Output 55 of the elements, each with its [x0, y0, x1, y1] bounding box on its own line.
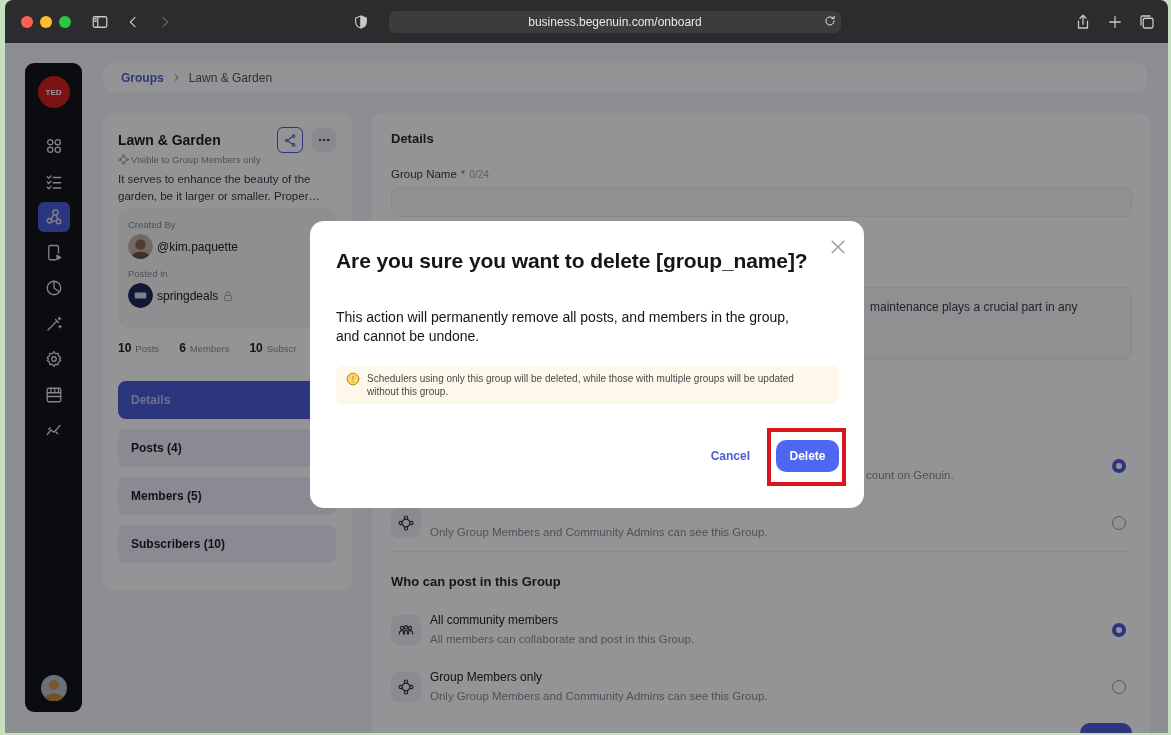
option-title: All community members	[430, 612, 559, 627]
breadcrumb-current: Lawn & Garden	[188, 70, 273, 85]
field-label: Group Name	[391, 168, 457, 180]
pie-chart-icon	[44, 279, 63, 297]
dialog-title: Are you sure you want to delete [group_name]?	[336, 248, 809, 274]
required-mark: *	[460, 168, 466, 180]
posted-in-label: Posted in	[128, 268, 169, 279]
stat: 6 Members	[179, 341, 230, 355]
cancel-button[interactable]: Cancel	[710, 449, 750, 463]
avatar[interactable]	[40, 675, 67, 701]
grid-icon	[44, 137, 63, 155]
tabs-icon	[1138, 12, 1156, 31]
logo: TED	[37, 76, 70, 108]
tab[interactable]: Subscribers (10)	[118, 525, 336, 563]
community-logo	[128, 283, 153, 308]
save-button[interactable]	[1080, 723, 1132, 733]
close-window-icon[interactable]	[21, 15, 33, 28]
stat: 10 Posts	[118, 341, 160, 355]
network-glyph	[398, 678, 414, 695]
option-description: Only Group Members and Community Admins can see this Group.	[430, 524, 769, 540]
minimize-window-icon[interactable]	[40, 15, 52, 28]
avatar	[128, 234, 153, 259]
stat: 10 Subscr	[249, 341, 297, 355]
section-title: Who can post in this Group	[391, 574, 562, 589]
settings-icon	[44, 350, 63, 368]
option-title: Group Members only	[430, 669, 543, 684]
option-description: All members can collaborate and post in this Group.	[430, 631, 695, 647]
network-glyph	[398, 514, 414, 531]
network-icon	[44, 208, 63, 226]
reload-icon	[823, 13, 837, 28]
radio-button[interactable]	[1112, 622, 1126, 637]
option-description: Only Group Members and Community Admins can see this Group.	[430, 688, 769, 704]
tab[interactable]: Members (5)	[118, 477, 336, 515]
radio-button[interactable]	[1112, 458, 1126, 473]
address-bar[interactable]: business.begenuin.com/onboard	[389, 10, 841, 33]
option-description: count on Genuin.	[866, 467, 955, 483]
info-icon	[346, 372, 360, 386]
creator-handle[interactable]: @kim.paquette	[157, 239, 238, 254]
store-icon	[44, 385, 63, 404]
delete-button[interactable]: Delete	[776, 440, 839, 472]
breadcrumb-link[interactable]: Groups	[121, 70, 164, 85]
community-name[interactable]: springdeals	[157, 288, 219, 303]
group-description: It serves to enhance the beauty of the garden, be it larger or smaller. Proper…	[118, 172, 321, 204]
sidebar-item[interactable]	[37, 202, 70, 232]
network-icon	[118, 154, 129, 165]
share-icon	[282, 132, 298, 148]
more-button[interactable]	[312, 128, 336, 152]
shield-icon	[353, 13, 369, 30]
zoom-window-icon[interactable]	[59, 15, 71, 28]
section-title: Details	[391, 131, 435, 148]
visibility-label: Visible to Group Members only	[131, 154, 261, 165]
warning-text: Schedulers using only this group will be deleted, while those with multiple groups will be updated without this group.	[367, 372, 795, 398]
group-name: Lawn & Garden	[118, 132, 221, 148]
share-button[interactable]	[277, 127, 303, 153]
dialog-message: This action will permanently remove all posts, and members in the group, and cannot be undone.	[336, 308, 790, 346]
